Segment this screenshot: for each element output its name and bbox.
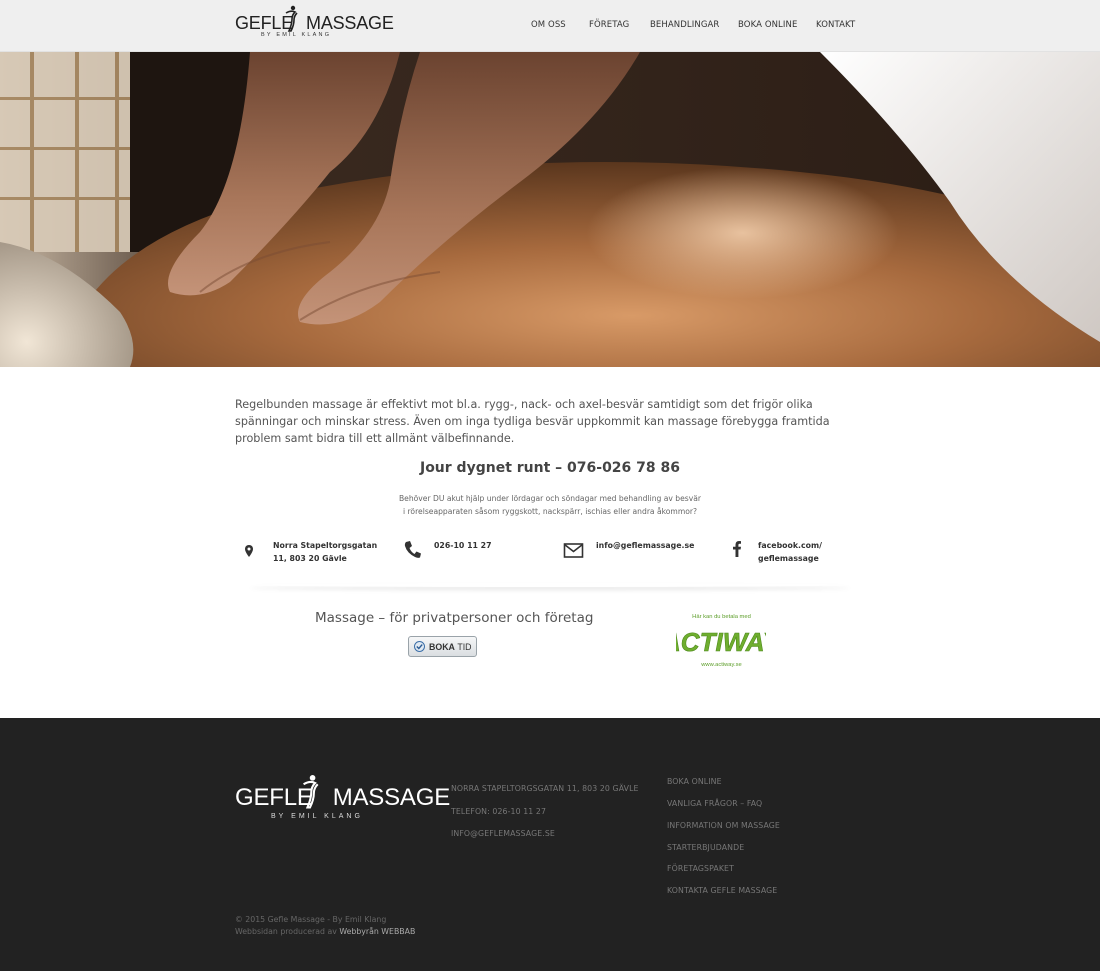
- nav-kontakt[interactable]: KONTAKT: [816, 20, 855, 30]
- footer-link-foretagspaket[interactable]: FÖRETAGSPAKET: [667, 864, 734, 873]
- address-line-1: Norra Stapeltorgsgatan: [273, 541, 378, 550]
- nav-foretag[interactable]: FÖRETAG: [589, 20, 629, 30]
- footer-link-faq[interactable]: VANLIGA FRÅGOR – FAQ: [667, 799, 762, 808]
- hero-illustration: [0, 52, 1100, 367]
- actiway-top-text: Här kan du betala med: [692, 614, 751, 620]
- section-divider: [250, 583, 850, 587]
- intro-text: Regelbunden massage är effektivt mot bl.…: [235, 398, 830, 445]
- footer-link-boka-online[interactable]: BOKA ONLINE: [667, 777, 722, 786]
- site-footer: GEFLE MASSAGE BY EMIL KLANG NORRA STAPELT…: [0, 718, 1100, 971]
- address-line-2: 11, 803 20 Gävle: [273, 553, 347, 563]
- site-logo[interactable]: GEFLE MASSAGE BY EMIL KLANG: [235, 5, 394, 42]
- actiway-logo: ACTIWAY: [676, 627, 766, 658]
- email-address[interactable]: info@geflemassage.se: [596, 540, 694, 553]
- logo-wordmark: GEFLE MASSAGE: [235, 13, 394, 33]
- logo-subtitle: BY EMIL KLANG: [261, 32, 332, 38]
- booking-title: Massage – för privatpersoner och företag: [315, 610, 594, 626]
- map-marker-icon: [245, 545, 253, 557]
- actiway-badge[interactable]: Här kan du betala med ACTIWAY www.actiwa…: [674, 614, 769, 674]
- produced-by: Webbsidan producerad av Webbyrån WEBBAB: [235, 927, 416, 936]
- footer-email[interactable]: INFO@GEFLEMASSAGE.SE: [451, 829, 555, 838]
- webbab-link[interactable]: Webbyrån WEBBAB: [339, 927, 415, 936]
- footer-phone[interactable]: TELEFON: 026-10 11 27: [451, 807, 546, 816]
- nav-behandlingar[interactable]: BEHANDLINGAR: [650, 20, 719, 30]
- copyright-text: © 2015 Gefle Massage - By Emil Klang: [235, 915, 387, 924]
- boka-tid-button[interactable]: BOKA TID: [408, 636, 477, 657]
- contact-phone: 026-10 11 27: [403, 540, 523, 570]
- contact-email: info@geflemassage.se: [563, 540, 703, 570]
- footer-link-kontakta[interactable]: KONTAKTA GEFLE MASSAGE: [667, 886, 777, 895]
- nav-boka-online[interactable]: BOKA ONLINE: [738, 20, 797, 30]
- window-blinds: [0, 52, 150, 252]
- facebook-icon: [733, 541, 741, 557]
- hotline-line-2: i rörelseapparaten såsom ryggskott, nack…: [402, 507, 698, 516]
- check-circle-icon: [414, 641, 425, 652]
- footer-logo-figure-icon: [303, 775, 319, 809]
- nav-om-oss[interactable]: OM OSS: [531, 20, 566, 30]
- logo-figure-icon: [285, 5, 298, 32]
- site-header: GEFLE MASSAGE BY EMIL KLANG OM OSS FÖRETA…: [0, 0, 1100, 52]
- hotline-title: Jour dygnet runt – 076-026 78 86: [419, 460, 681, 476]
- hero-massage-image: [0, 52, 1100, 367]
- phone-icon: [404, 541, 421, 558]
- facebook-line-2[interactable]: geflemassage: [758, 553, 822, 566]
- actiway-logo-text: ACTIWAY: [676, 627, 766, 657]
- boka-tid-label: BOKA TID: [429, 642, 472, 652]
- facebook-line-1[interactable]: facebook.com/: [758, 540, 822, 553]
- actiway-url: www.actiway.se: [701, 662, 742, 668]
- footer-link-information[interactable]: INFORMATION OM MASSAGE: [667, 821, 780, 830]
- envelope-icon: [563, 543, 584, 558]
- footer-address: NORRA STAPELTORGSGATAN 11, 803 20 GÄVLE: [451, 784, 639, 793]
- phone-number[interactable]: 026-10 11 27: [434, 540, 492, 553]
- footer-logo[interactable]: GEFLE MASSAGE BY EMIL KLANG: [235, 775, 450, 826]
- footer-link-starterbjudande[interactable]: STARTERBJUDANDE: [667, 843, 744, 852]
- contact-address: Norra Stapeltorgsgatan 11, 803 20 Gävle: [243, 540, 383, 570]
- hotline-line-1: Behöver DU akut hjälp under lördagar och…: [398, 494, 702, 503]
- footer-logo-subtitle: BY EMIL KLANG: [271, 813, 363, 820]
- footer-logo-wordmark: GEFLE MASSAGE: [235, 784, 451, 811]
- hotline-description: Behöver DU akut hjälp under lördagar och…: [0, 492, 1100, 518]
- footer-copyright: © 2015 Gefle Massage - By Emil Klang Web…: [235, 914, 415, 938]
- contact-facebook: facebook.com/ geflemassage: [728, 540, 848, 570]
